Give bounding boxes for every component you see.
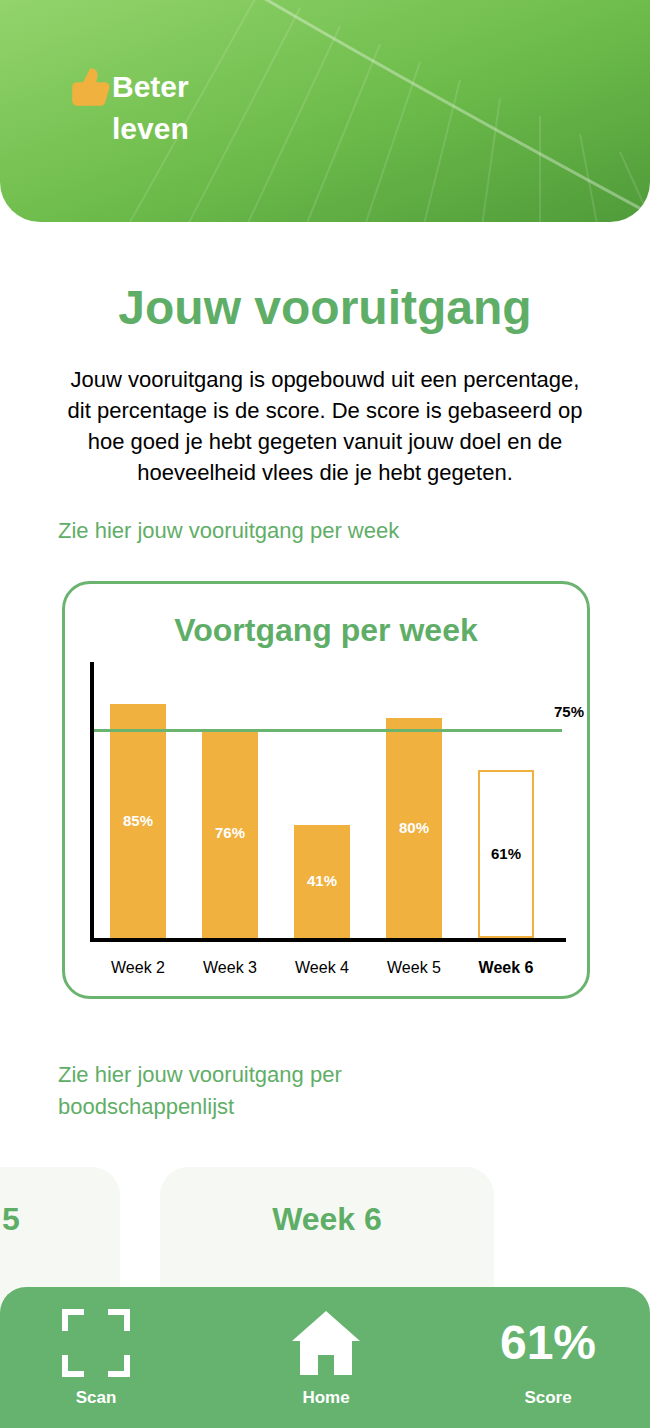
- week-label: Week 6: [479, 956, 534, 980]
- week-section-label: Zie hier jouw vooruitgang per week: [0, 518, 650, 544]
- list-section-label: Zie hier jouw vooruitgang per boodschapp…: [0, 1059, 440, 1123]
- week-label: Week 5: [387, 956, 441, 980]
- header-banner: Beterleven: [0, 0, 650, 222]
- week-label: Week 3: [203, 956, 257, 980]
- bar-reading: 85%: [123, 810, 153, 833]
- leaf-texture: [0, 0, 650, 222]
- target-label: 75%: [554, 701, 584, 724]
- thumbs-up-icon: [70, 66, 112, 108]
- bottom-nav: Scan Home 61% Score: [0, 1287, 650, 1428]
- page-title: Jouw vooruitgang: [0, 280, 650, 336]
- logo-text: Beter: [112, 66, 189, 108]
- chart-card: Voortgang per week 85% 76% 41% 80% 61% 75% Week…: [62, 581, 590, 999]
- intro-text: Jouw vooruitgang is opgebouwd uit een pe…: [0, 364, 650, 488]
- bar[interactable]: 85%: [110, 704, 166, 938]
- nav-label: Home: [302, 1385, 349, 1411]
- bar-reading: 61%: [491, 843, 521, 866]
- list-card-title: Week 6: [272, 1201, 382, 1237]
- nav-item[interactable]: Scan: [0, 1309, 192, 1428]
- score-value: 61%: [500, 1315, 596, 1371]
- nav-label: Scan: [76, 1385, 117, 1411]
- week-label: Week 4: [295, 956, 349, 980]
- bar[interactable]: 76%: [202, 729, 258, 938]
- x-axis-labels: Week 2 Week 3 Week 4 Week 5 Week 6: [94, 956, 587, 980]
- home-icon: [290, 1309, 362, 1377]
- logo-text: leven: [112, 108, 189, 150]
- bar[interactable]: 41%: [294, 825, 350, 938]
- app-screen: Beterleven Jouw vooruitgang Jouw vooruitga…: [0, 0, 650, 1428]
- bar-reading: 80%: [399, 817, 429, 840]
- plot-area: 85%76%41%80%61%75%: [90, 662, 566, 942]
- bar-reading: 76%: [215, 822, 245, 845]
- bar[interactable]: 80%: [386, 718, 442, 938]
- logo[interactable]: Beterleven: [0, 0, 650, 150]
- chart-title: Voortgang per week: [65, 610, 587, 650]
- nav-label: Score: [524, 1385, 571, 1411]
- bar[interactable]: 61%: [478, 770, 534, 938]
- scan-icon: [62, 1309, 130, 1377]
- target-line: [94, 729, 562, 732]
- week-label: Week 2: [111, 956, 165, 980]
- list-card-title: 5: [2, 1201, 20, 1237]
- bar-reading: 41%: [307, 870, 337, 893]
- nav-item[interactable]: Home: [192, 1309, 460, 1428]
- nav-item[interactable]: 61% Score: [460, 1309, 636, 1428]
